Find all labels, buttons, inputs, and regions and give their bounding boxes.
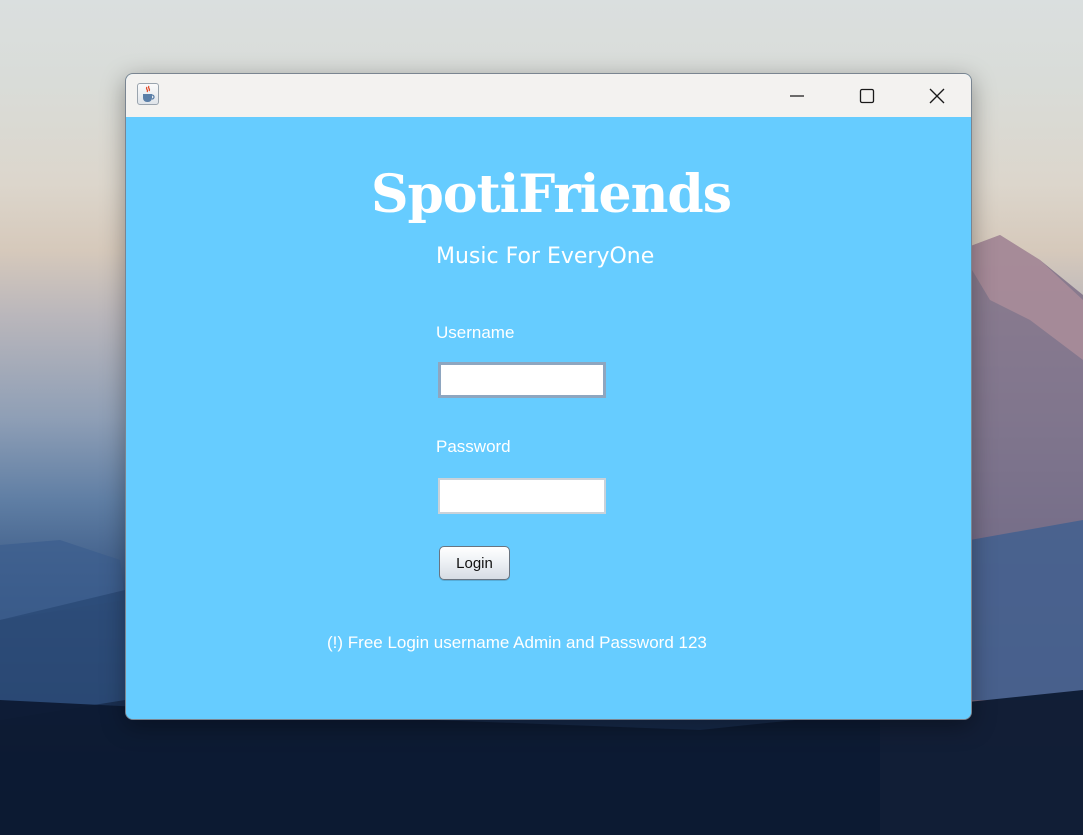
java-cup-icon[interactable] xyxy=(137,83,159,105)
free-login-hint: (!) Free Login username Admin and Passwo… xyxy=(327,633,707,652)
password-field[interactable] xyxy=(438,478,606,514)
app-title: SpotiFriends xyxy=(370,164,732,225)
username-label: Username xyxy=(436,323,515,342)
close-icon xyxy=(929,88,945,103)
username-field[interactable] xyxy=(438,362,606,398)
title-bar[interactable] xyxy=(126,74,971,117)
maximize-icon xyxy=(859,88,875,103)
password-label: Password xyxy=(436,437,511,456)
close-button[interactable] xyxy=(902,74,971,117)
app-window: SpotiFriends Music For EveryOne Username… xyxy=(125,73,972,720)
maximize-button[interactable] xyxy=(832,74,902,117)
login-button[interactable]: Login xyxy=(439,546,510,580)
minimize-icon xyxy=(790,94,804,97)
login-panel: SpotiFriends Music For EveryOne Username… xyxy=(126,117,971,719)
app-subtitle: Music For EveryOne xyxy=(436,244,655,269)
minimize-button[interactable] xyxy=(762,74,832,117)
